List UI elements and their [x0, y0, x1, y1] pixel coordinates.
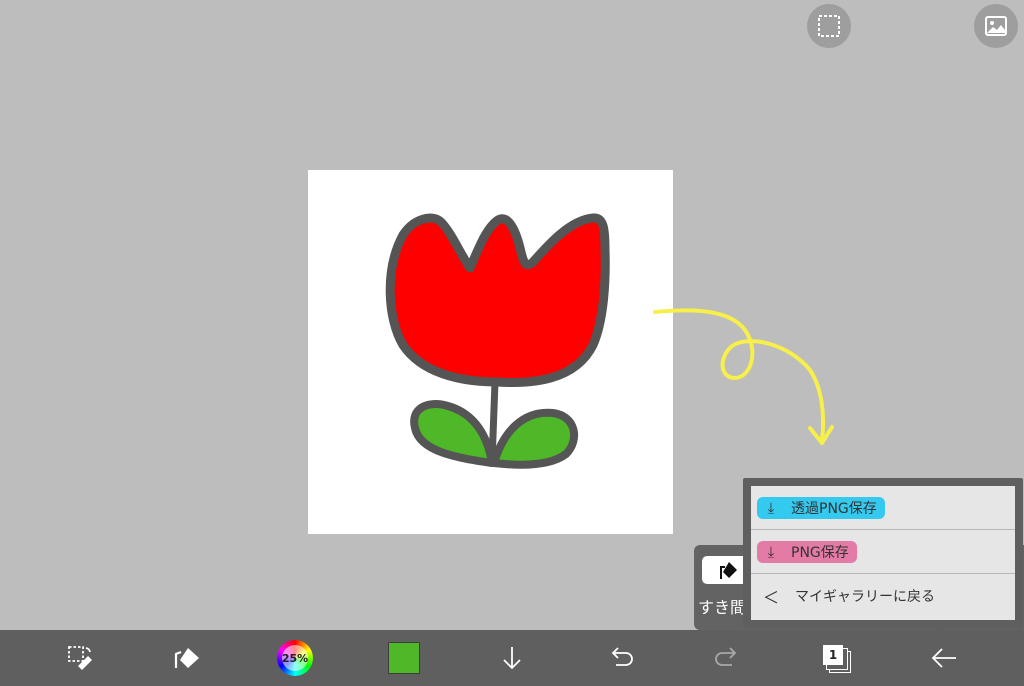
right-leaf — [490, 408, 578, 469]
brush-opacity-button[interactable]: 25% — [265, 630, 325, 686]
color-swatch — [388, 642, 420, 674]
save-transparent-png-item[interactable]: ⤓ 透過PNG保存 — [751, 486, 1015, 530]
export-menu: ⤓ 透過PNG保存 ⤓ PNG保存 ＜ マイギャラリーに戻る — [743, 478, 1023, 628]
layers-icon: 1 — [821, 643, 851, 673]
tulip-flower — [385, 213, 610, 387]
undo-button[interactable] — [590, 630, 650, 686]
layers-button[interactable]: 1 — [806, 630, 866, 686]
fill-icon — [174, 648, 199, 668]
chevron-left-icon: ＜ — [763, 588, 780, 607]
brush-opacity-value: 25% — [281, 651, 309, 665]
save-png-label: PNG保存 — [791, 544, 849, 561]
download-icon: ⤓ — [767, 542, 775, 561]
download-icon: ⤓ — [767, 498, 775, 517]
save-transparent-png-label: 透過PNG保存 — [791, 500, 877, 517]
back-to-gallery-label: マイギャラリーに戻る — [795, 589, 935, 605]
tulip-drawing — [385, 213, 610, 469]
back-to-gallery-item[interactable]: ＜ マイギャラリーに戻る — [751, 574, 1015, 618]
arrow-annotation — [653, 308, 834, 445]
redo-icon — [715, 647, 737, 666]
image-icon — [985, 16, 1007, 36]
download-button[interactable] — [482, 630, 542, 686]
fill-tool-button[interactable] — [157, 630, 217, 686]
back-button[interactable] — [914, 630, 974, 686]
bottom-toolbar: 25% 1 — [0, 630, 1024, 686]
current-color-button[interactable] — [374, 630, 434, 686]
save-png-item[interactable]: ⤓ PNG保存 — [751, 530, 1015, 574]
left-leaf — [410, 400, 496, 467]
download-icon — [503, 647, 521, 670]
drawing-canvas[interactable] — [308, 170, 673, 534]
layer-count: 1 — [828, 648, 838, 662]
fill-icon — [720, 562, 737, 579]
transform-button[interactable] — [50, 630, 110, 686]
image-button[interactable] — [974, 4, 1018, 48]
selection-button[interactable] — [807, 4, 851, 48]
transform-icon — [68, 646, 92, 670]
redo-button[interactable] — [698, 630, 758, 686]
back-arrow-icon — [931, 648, 956, 668]
undo-icon — [611, 647, 633, 666]
gap-setting-label: すき間 — [698, 598, 747, 617]
color-wheel-icon: 25% — [277, 640, 313, 676]
selection-icon — [818, 15, 840, 37]
